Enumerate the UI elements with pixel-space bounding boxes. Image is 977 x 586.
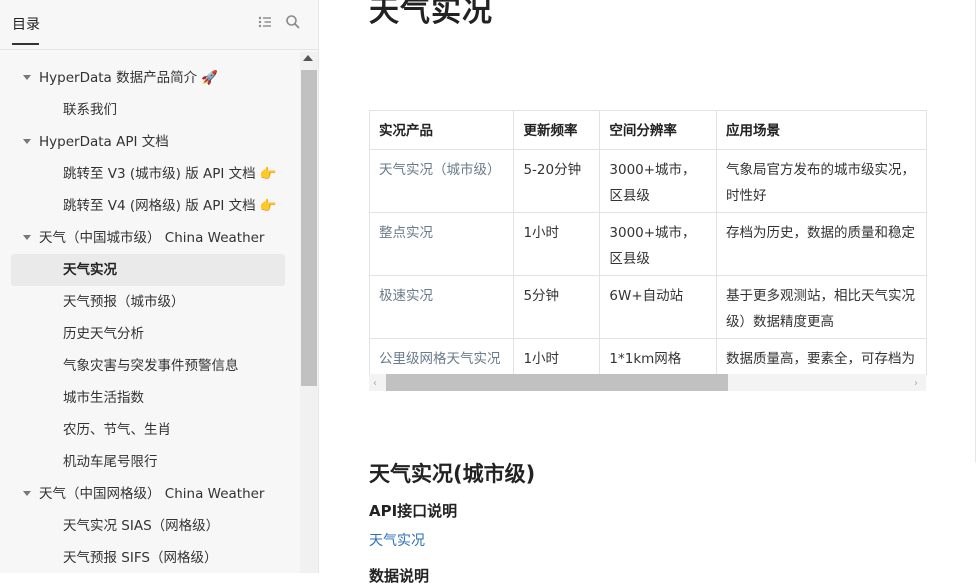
active-highlight (11, 254, 285, 286)
toc-item-sias[interactable]: 天气实况 SIAS（网格级） (0, 510, 300, 542)
table-header-row: 实况产品 更新频率 空间分辨率 应用场景 (370, 111, 927, 150)
toc-item-label: 气象灾害与突发事件预警信息 (63, 358, 239, 374)
pointing-hand-icon: 👉 (259, 198, 277, 214)
toc-item-label: 天气预报（城市级） (63, 294, 185, 310)
table-cell: 3000+城市，区县级 (599, 212, 718, 276)
toc-item-life-index[interactable]: 城市生活指数 (0, 382, 300, 414)
table-row: 公里级网格天气实况 1小时 1*1km网格 数据质量高，要素全，可存档为 (370, 338, 927, 375)
tab-underline (12, 43, 39, 45)
scroll-left-arrow-icon[interactable]: ‹ (373, 378, 377, 389)
toc-item-label: 城市生活指数 (63, 390, 144, 406)
sidebar-header: 目录 (0, 0, 318, 48)
caret-down-icon[interactable] (23, 139, 31, 144)
toc-item-hyperdata-intro[interactable]: HyperData 数据产品简介 🚀 (0, 62, 300, 94)
table-cell: 6W+自动站 (599, 275, 718, 339)
search-icon[interactable] (285, 14, 301, 30)
toc-item-api-docs[interactable]: HyperData API 文档 (0, 126, 300, 158)
toc-item-label: 联系我们 (63, 102, 117, 118)
content-edge (975, 0, 976, 462)
toc-item-label: HyperData 数据产品简介 (39, 70, 198, 86)
toc-item-label: 天气实况 (63, 262, 117, 278)
toc-item-china-grid-weather[interactable]: 天气（中国网格级） China Weather (0, 478, 300, 510)
toc-item-v3-docs[interactable]: 跳转至 V3 (城市级) 版 API 文档 👉 (0, 158, 300, 190)
pointing-hand-icon: 👉 (259, 166, 277, 182)
table-cell: 极速实况 (370, 275, 515, 339)
sidebar-divider (0, 49, 318, 50)
toc-item-label: HyperData API 文档 (39, 134, 169, 150)
table-scrollbar-thumb[interactable] (386, 374, 728, 391)
toc-item-forecast-city[interactable]: 天气预报（城市级） (0, 286, 300, 318)
product-table: 实况产品 更新频率 空间分辨率 应用场景 天气实况（城市级） 5-20分钟 30… (369, 110, 927, 375)
toc-item-label: 天气（中国网格级） China Weather (39, 486, 265, 502)
toc-tab[interactable]: 目录 (12, 14, 40, 34)
table-cell: 1*1km网格 (599, 338, 718, 375)
toc-item-lunar[interactable]: 农历、节气、生肖 (0, 414, 300, 446)
toc-item-history[interactable]: 历史天气分析 (0, 318, 300, 350)
scroll-right-arrow-icon[interactable]: › (914, 378, 918, 389)
toc-item-label: 农历、节气、生肖 (63, 422, 171, 438)
table-cell: 存档为历史，数据的质量和稳定 (716, 212, 927, 276)
toc-item-sifs[interactable]: 天气预报 SIFS（网格级） (0, 542, 300, 573)
table-cell: 1小时 (513, 338, 601, 375)
col-header-scenario: 应用场景 (716, 111, 927, 150)
toc-item-alerts[interactable]: 气象灾害与突发事件预警信息 (0, 350, 300, 382)
col-header-frequency: 更新频率 (513, 111, 601, 150)
table-cell: 数据质量高，要素全，可存档为 (716, 338, 927, 375)
scroll-up-arrow-icon[interactable] (303, 55, 313, 61)
toc-item-label: 天气实况 SIAS（网格级） (63, 518, 220, 534)
caret-down-icon[interactable] (23, 491, 31, 496)
toc-item-label: 跳转至 V3 (城市级) 版 API 文档 (63, 166, 256, 182)
api-link[interactable]: 天气实况 (369, 530, 425, 550)
table-cell: 整点实况 (370, 212, 515, 276)
toc-item-weather-now[interactable]: 天气实况 (0, 254, 300, 286)
table-cell: 3000+城市，区县级 (599, 149, 718, 213)
list-icon[interactable] (257, 14, 273, 30)
table-row: 整点实况 1小时 3000+城市，区县级 存档为历史，数据的质量和稳定 (370, 212, 927, 276)
table-row: 天气实况（城市级） 5-20分钟 3000+城市，区县级 气象局官方发布的城市级… (370, 149, 927, 213)
table-cell: 5分钟 (513, 275, 601, 339)
main-content: 天气实况 实况产品 更新频率 空间分辨率 应用场景 天气实况（城市级） 5-20… (319, 0, 977, 585)
table-row: 极速实况 5分钟 6W+自动站 基于更多观测站，相比天气实况级）数据精度更高 (370, 275, 927, 339)
page-title: 天气实况 (369, 0, 493, 29)
sidebar: 目录 HyperData 数据产品简介 🚀 联系我们 HyperData API… (0, 0, 319, 573)
sidebar-scrollbar-thumb[interactable] (301, 70, 317, 386)
toc-item-label: 跳转至 V4 (网格级) 版 API 文档 (63, 198, 256, 214)
table-cell: 5-20分钟 (513, 149, 601, 213)
toc-item-traffic-restriction[interactable]: 机动车尾号限行 (0, 446, 300, 478)
col-header-product: 实况产品 (370, 111, 515, 150)
caret-down-icon[interactable] (23, 235, 31, 240)
toc-item-contact[interactable]: 联系我们 (0, 94, 300, 126)
table-cell: 气象局官方发布的城市级实况，时性好 (716, 149, 927, 213)
table-horizontal-scrollbar[interactable]: ‹ › (369, 374, 926, 391)
section-title: 天气实况(城市级) (369, 462, 536, 486)
rocket-icon: 🚀 (201, 70, 218, 86)
table-cell: 公里级网格天气实况 (370, 338, 515, 375)
toc-list: HyperData 数据产品简介 🚀 联系我们 HyperData API 文档 … (0, 62, 300, 573)
toc-item-label: 历史天气分析 (63, 326, 144, 342)
data-heading: 数据说明 (369, 567, 430, 585)
toc-item-china-city-weather[interactable]: 天气（中国城市级） China Weather (0, 222, 300, 254)
caret-down-icon[interactable] (23, 75, 31, 80)
col-header-resolution: 空间分辨率 (599, 111, 718, 150)
table-cell: 天气实况（城市级） (370, 149, 515, 213)
toc-item-label: 机动车尾号限行 (63, 454, 158, 470)
table-cell: 1小时 (513, 212, 601, 276)
api-heading: API接口说明 (369, 502, 458, 520)
toc-item-label: 天气（中国城市级） China Weather (39, 230, 265, 246)
toc-item-label: 天气预报 SIFS（网格级） (63, 550, 218, 566)
toc-item-v4-docs[interactable]: 跳转至 V4 (网格级) 版 API 文档 👉 (0, 190, 300, 222)
table-cell: 基于更多观测站，相比天气实况级）数据精度更高 (716, 275, 927, 339)
